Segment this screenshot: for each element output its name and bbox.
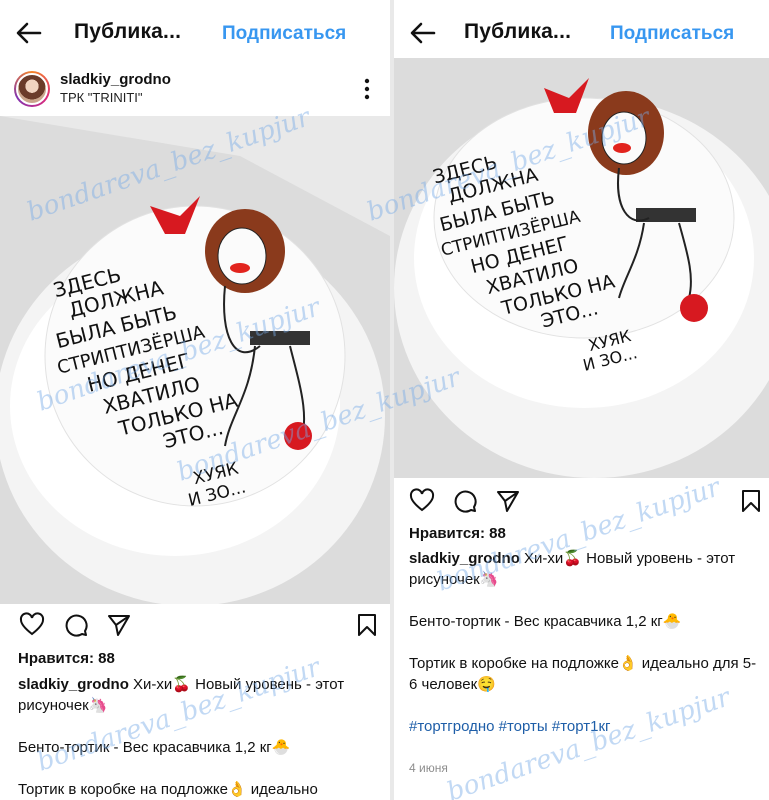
caption-text: Бенто-тортик - Вес красавчика 1,2 кг🐣 xyxy=(18,739,291,756)
page-title: Публика... xyxy=(464,20,572,43)
caption-username[interactable]: sladkiy_grodno xyxy=(409,550,520,567)
heart-icon[interactable] xyxy=(409,488,435,514)
caption-text: Тортик в коробке на подложке👌 идеально xyxy=(18,781,318,798)
heart-icon[interactable] xyxy=(19,612,45,638)
post-actions xyxy=(0,610,390,640)
left-post-panel: Публика... Подписаться sladkiy_grodno ТР… xyxy=(0,0,390,800)
likes-count[interactable]: Нравится: 88 xyxy=(409,525,506,542)
post-actions xyxy=(394,486,769,516)
page-title: Публика... xyxy=(74,20,182,43)
subscribe-button[interactable]: Подписаться xyxy=(222,23,346,45)
caption-hashtags[interactable]: #тортгродно #торты #торт1кг xyxy=(409,716,757,737)
bookmark-icon[interactable] xyxy=(738,488,764,514)
more-icon[interactable] xyxy=(364,78,370,100)
post-caption: sladkiy_grodno Хи-хи🍒 Новый уровень - эт… xyxy=(18,674,378,800)
post-photo[interactable]: ЗДЕСЬ ДОЛЖНА БЫЛА БЫТЬ СТРИПТИЗЁРША НО Д… xyxy=(0,116,390,604)
right-post-panel: Публика... Подписаться ЗДЕСЬ ДОЛЖНА БЫЛА… xyxy=(394,0,769,800)
post-photo[interactable]: ЗДЕСЬ ДОЛЖНА БЫЛА БЫТЬ СТРИПТИЗЁРША НО Д… xyxy=(394,58,769,478)
likes-count[interactable]: Нравится: 88 xyxy=(18,650,115,667)
post-author[interactable]: sladkiy_grodno ТРК "TRINITI" xyxy=(14,68,380,112)
author-username[interactable]: sladkiy_grodno xyxy=(60,71,171,88)
post-caption: sladkiy_grodno Хи-хи🍒 Новый уровень - эт… xyxy=(409,548,757,779)
post-date: 4 июня xyxy=(409,761,448,775)
back-arrow-icon[interactable] xyxy=(408,18,438,48)
caption-text: Бенто-тортик - Вес красавчика 1,2 кг🐣 xyxy=(409,613,682,630)
comment-icon[interactable] xyxy=(452,488,478,514)
avatar[interactable] xyxy=(14,71,50,107)
top-bar: Публика... Подписаться xyxy=(394,10,769,54)
comment-icon[interactable] xyxy=(63,612,89,638)
author-location[interactable]: ТРК "TRINITI" xyxy=(60,90,143,105)
back-arrow-icon[interactable] xyxy=(14,18,44,48)
subscribe-button[interactable]: Подписаться xyxy=(610,23,734,45)
top-bar: Публика... Подписаться xyxy=(0,10,390,54)
bookmark-icon[interactable] xyxy=(354,612,380,638)
share-icon[interactable] xyxy=(106,612,132,638)
caption-text: Тортик в коробке на подложке👌 идеально д… xyxy=(409,655,757,693)
caption-username[interactable]: sladkiy_grodno xyxy=(18,676,129,693)
share-icon[interactable] xyxy=(495,488,521,514)
